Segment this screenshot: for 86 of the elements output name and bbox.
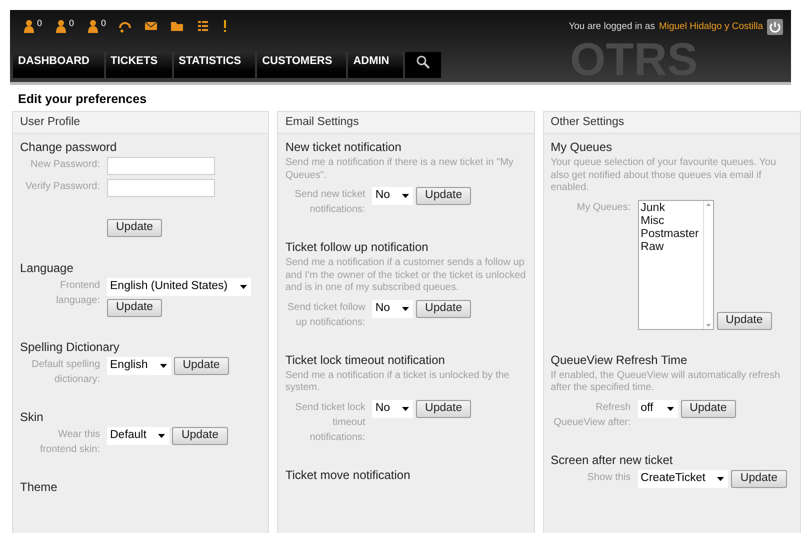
panel-header: Other Settings bbox=[544, 112, 800, 134]
update-button[interactable]: Update bbox=[107, 218, 162, 237]
field-label: Wear this frontend skin: bbox=[38, 428, 100, 457]
section-title: New ticket notification bbox=[285, 139, 402, 155]
update-button[interactable]: Update bbox=[416, 300, 472, 318]
section-title: Ticket lock timeout notification bbox=[285, 352, 446, 368]
dropdown-arrow-icon bbox=[402, 306, 410, 310]
dropdown[interactable]: English bbox=[107, 357, 171, 375]
dropdown-arrow-icon bbox=[240, 285, 247, 289]
section-description: Your queue selection of your favourite queues. You also get notified about those queues via email if enabled. bbox=[550, 157, 778, 194]
update-button[interactable]: Update bbox=[731, 470, 787, 488]
counter-label: 0 bbox=[37, 19, 42, 28]
nav-tab[interactable]: STATISTICS bbox=[174, 52, 258, 78]
counter-label: 0 bbox=[69, 19, 74, 28]
update-button[interactable]: Update bbox=[172, 427, 228, 445]
field-label: Send ticket lock timeout notifications: bbox=[294, 400, 366, 444]
field-label: Default spelling dictionary: bbox=[30, 358, 100, 387]
search-icon bbox=[416, 55, 430, 69]
queue-option[interactable]: Misc bbox=[640, 214, 703, 228]
envelope-icon[interactable] bbox=[144, 19, 158, 33]
field-label: Send ticket follow up notifications: bbox=[286, 300, 366, 330]
dropdown[interactable]: No bbox=[372, 400, 414, 418]
scrollbar[interactable] bbox=[702, 200, 713, 328]
queue-option[interactable]: Raw bbox=[640, 240, 703, 254]
queue-option[interactable]: Postmaster bbox=[640, 228, 703, 240]
field-label: Verify Password: bbox=[24, 180, 100, 194]
section-title: Ticket follow up notification bbox=[285, 239, 430, 255]
nav-tab[interactable]: TICKETS bbox=[106, 52, 174, 78]
dropdown[interactable]: off bbox=[638, 400, 678, 418]
user-icon[interactable] bbox=[86, 19, 100, 33]
update-button[interactable]: Update bbox=[416, 400, 472, 418]
section-title: Skin bbox=[20, 409, 44, 425]
dropdown[interactable]: No bbox=[372, 187, 414, 205]
nav-tab[interactable]: DASHBOARD bbox=[13, 52, 106, 78]
section-title: Language bbox=[20, 260, 74, 276]
section-description: Send me a notification if a ticket is unlocked by the system. bbox=[285, 370, 510, 394]
field-label: Show this bbox=[586, 470, 631, 484]
folder-icon[interactable] bbox=[170, 19, 184, 33]
dropdown-arrow-icon bbox=[402, 406, 410, 410]
login-text: You are logged in as bbox=[568, 20, 655, 34]
update-button[interactable]: Update bbox=[416, 187, 472, 205]
dropdown[interactable]: English (United States) bbox=[107, 278, 251, 296]
dropdown-arrow-icon bbox=[158, 434, 166, 438]
exclamation-icon[interactable] bbox=[222, 19, 228, 33]
dropdown-arrow-icon bbox=[717, 476, 724, 480]
panel-header: Email Settings bbox=[278, 112, 534, 134]
user-name-link[interactable]: Miguel Hidalgo y Costilla bbox=[658, 20, 763, 34]
field-label: My Queues: bbox=[576, 200, 631, 214]
update-button[interactable]: Update bbox=[680, 400, 736, 418]
password-field[interactable] bbox=[107, 157, 215, 175]
section-title: Spelling Dictionary bbox=[20, 339, 120, 355]
dropdown-arrow-icon bbox=[402, 194, 410, 198]
dropdown[interactable]: Default bbox=[107, 427, 170, 445]
dropdown-arrow-icon bbox=[160, 364, 167, 368]
dropdown[interactable]: CreateTicket bbox=[638, 470, 728, 488]
field-label: Frontend language: bbox=[55, 279, 100, 308]
power-icon[interactable] bbox=[767, 19, 783, 35]
dropdown-arrow-icon bbox=[666, 406, 674, 410]
counter-label: 0 bbox=[101, 19, 106, 28]
panel-header: User Profile bbox=[13, 112, 268, 134]
section-title: Ticket move notification bbox=[285, 466, 412, 482]
nav-tab[interactable]: CUSTOMERS bbox=[257, 52, 348, 78]
section-title: Change password bbox=[20, 139, 118, 155]
dropdown[interactable]: No bbox=[372, 300, 414, 318]
section-description: Send me a notification if there is a new ticket in "My Queues". bbox=[285, 157, 514, 182]
field-label: Refresh QueueView after: bbox=[552, 400, 631, 430]
update-button[interactable]: Update bbox=[174, 357, 229, 375]
section-title: My Queues bbox=[550, 139, 614, 155]
queue-option[interactable]: Junk bbox=[640, 202, 703, 214]
update-button[interactable]: Update bbox=[716, 312, 772, 330]
section-title: QueueView Refresh Time bbox=[550, 352, 688, 368]
queue-listbox[interactable]: Junk Misc Postmaster Raw bbox=[638, 200, 714, 330]
nav-tab[interactable]: ADMIN bbox=[348, 52, 406, 78]
list-icon[interactable] bbox=[196, 19, 210, 33]
scroll-down-icon bbox=[706, 324, 711, 326]
update-button[interactable]: Update bbox=[107, 299, 162, 317]
section-title: Screen after new ticket bbox=[550, 452, 674, 468]
search-button[interactable] bbox=[405, 52, 442, 78]
field-label: New Password: bbox=[30, 158, 100, 172]
section-description: Send me a notification if a customer sends a follow up and I'm the owner of the ticket or the ticket is unlocked and is in one of my subscribed queues. bbox=[285, 257, 527, 294]
page-title: Edit your preferences bbox=[18, 91, 148, 107]
scroll-up-icon bbox=[706, 202, 711, 206]
password-field[interactable] bbox=[107, 179, 215, 197]
section-description: If enabled, the QueueView will automatically refresh after the specified time. bbox=[550, 370, 782, 394]
field-label: Send new ticket notifications: bbox=[294, 188, 366, 217]
section-title: Theme bbox=[20, 479, 58, 495]
